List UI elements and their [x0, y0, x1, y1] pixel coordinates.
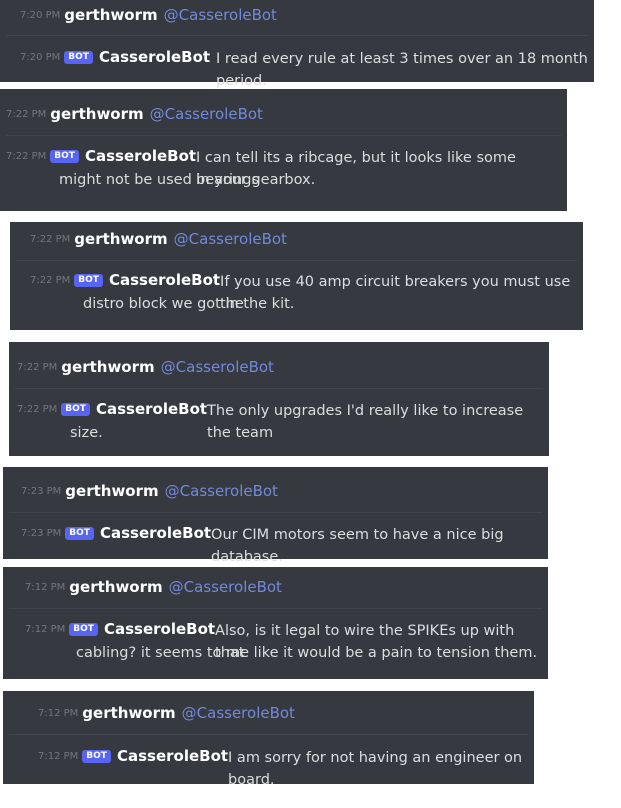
divider [15, 388, 543, 389]
mention[interactable]: @CasseroleBot [174, 230, 287, 248]
bot-message: 7:12 PM BOT CasseroleBot I am sorry for … [38, 747, 534, 791]
chat-panel: 7:23 PM gerthworm @CasseroleBot 7:23 PM … [3, 467, 548, 565]
message-text: Our CIM motors seem to have a nice big d… [211, 527, 504, 565]
chat-panel: 7:20 PM gerthworm @CasseroleBot 7:20 PM … [0, 0, 594, 89]
bot-username[interactable]: CasseroleBot [104, 620, 215, 638]
divider [9, 512, 542, 513]
username[interactable]: gerthworm [64, 6, 157, 24]
bot-username[interactable]: CasseroleBot [96, 400, 207, 418]
bot-badge: BOT [64, 51, 93, 64]
user-message: 7:22 PM gerthworm @CasseroleBot [30, 230, 583, 248]
timestamp: 7:22 PM [17, 404, 58, 415]
divider [6, 35, 588, 36]
timestamp: 7:12 PM [38, 708, 79, 719]
timestamp: 7:22 PM [17, 362, 58, 373]
bot-badge: BOT [74, 274, 103, 287]
bot-username[interactable]: CasseroleBot [85, 147, 196, 165]
bot-username[interactable]: CasseroleBot [99, 48, 210, 66]
chat-panel: 7:12 PM gerthworm @CasseroleBot 7:12 PM … [3, 567, 548, 679]
timestamp: 7:23 PM [21, 528, 62, 539]
bot-badge: BOT [69, 623, 98, 636]
timestamp: 7:12 PM [25, 582, 66, 593]
mention[interactable]: @CasseroleBot [165, 482, 278, 500]
mention[interactable]: @CasseroleBot [161, 358, 274, 376]
username[interactable]: gerthworm [61, 358, 154, 376]
mention[interactable]: @CasseroleBot [164, 6, 277, 24]
mention[interactable]: @CasseroleBot [182, 704, 295, 722]
bot-badge: BOT [82, 750, 111, 763]
user-message: 7:12 PM gerthworm @CasseroleBot [25, 578, 548, 596]
timestamp: 7:22 PM [6, 151, 47, 162]
timestamp: 7:20 PM [20, 52, 61, 63]
timestamp: 7:20 PM [20, 10, 61, 21]
username[interactable]: gerthworm [50, 105, 143, 123]
message-text-continued: might not be used in your gearbox. [59, 172, 316, 188]
bot-badge: BOT [61, 403, 90, 416]
mention[interactable]: @CasseroleBot [150, 105, 263, 123]
timestamp: 7:22 PM [30, 275, 71, 286]
divider [6, 135, 561, 136]
message-text: The only upgrades I'd really like to inc… [207, 403, 524, 441]
message-text: I read every rule at least 3 times over … [216, 51, 588, 89]
user-message: 7:23 PM gerthworm @CasseroleBot [21, 482, 548, 500]
username[interactable]: gerthworm [82, 704, 175, 722]
username[interactable]: gerthworm [69, 578, 162, 596]
user-message: 7:22 PM gerthworm @CasseroleBot [17, 358, 549, 376]
message-text-continued: size. [70, 425, 103, 441]
message-text-continued: cabling? it seems to me like it would be… [76, 645, 538, 661]
bot-message: 7:20 PM BOT CasseroleBot I read every ru… [20, 48, 594, 92]
mention[interactable]: @CasseroleBot [169, 578, 282, 596]
timestamp: 7:22 PM [30, 234, 71, 245]
message-text-continued: distro block we got in the kit. [83, 296, 295, 312]
message-text: I am sorry for not having an engineer on… [228, 750, 523, 788]
divider [9, 734, 528, 735]
timestamp: 7:12 PM [38, 751, 79, 762]
timestamp: 7:23 PM [21, 486, 62, 497]
user-message: 7:22 PM gerthworm @CasseroleBot [6, 105, 567, 123]
username[interactable]: gerthworm [74, 230, 167, 248]
timestamp: 7:22 PM [6, 109, 47, 120]
bot-username[interactable]: CasseroleBot [117, 747, 228, 765]
chat-panel: 7:12 PM gerthworm @CasseroleBot 7:12 PM … [3, 691, 534, 788]
bot-badge: BOT [50, 150, 79, 163]
chat-panel: 7:22 PM gerthworm @CasseroleBot 7:22 PM … [0, 89, 567, 211]
username[interactable]: gerthworm [65, 482, 158, 500]
divider [16, 260, 577, 261]
bot-username[interactable]: CasseroleBot [109, 271, 220, 289]
bot-badge: BOT [65, 527, 94, 540]
user-message: 7:12 PM gerthworm @CasseroleBot [38, 704, 534, 722]
timestamp: 7:12 PM [25, 624, 66, 635]
chat-panel: 7:22 PM gerthworm @CasseroleBot 7:22 PM … [9, 342, 549, 456]
user-message: 7:20 PM gerthworm @CasseroleBot [20, 6, 594, 24]
bot-username[interactable]: CasseroleBot [100, 524, 211, 542]
divider [9, 608, 542, 609]
chat-panel: 7:22 PM gerthworm @CasseroleBot 7:22 PM … [10, 222, 583, 330]
bot-message: 7:23 PM BOT CasseroleBot Our CIM motors … [21, 524, 548, 568]
